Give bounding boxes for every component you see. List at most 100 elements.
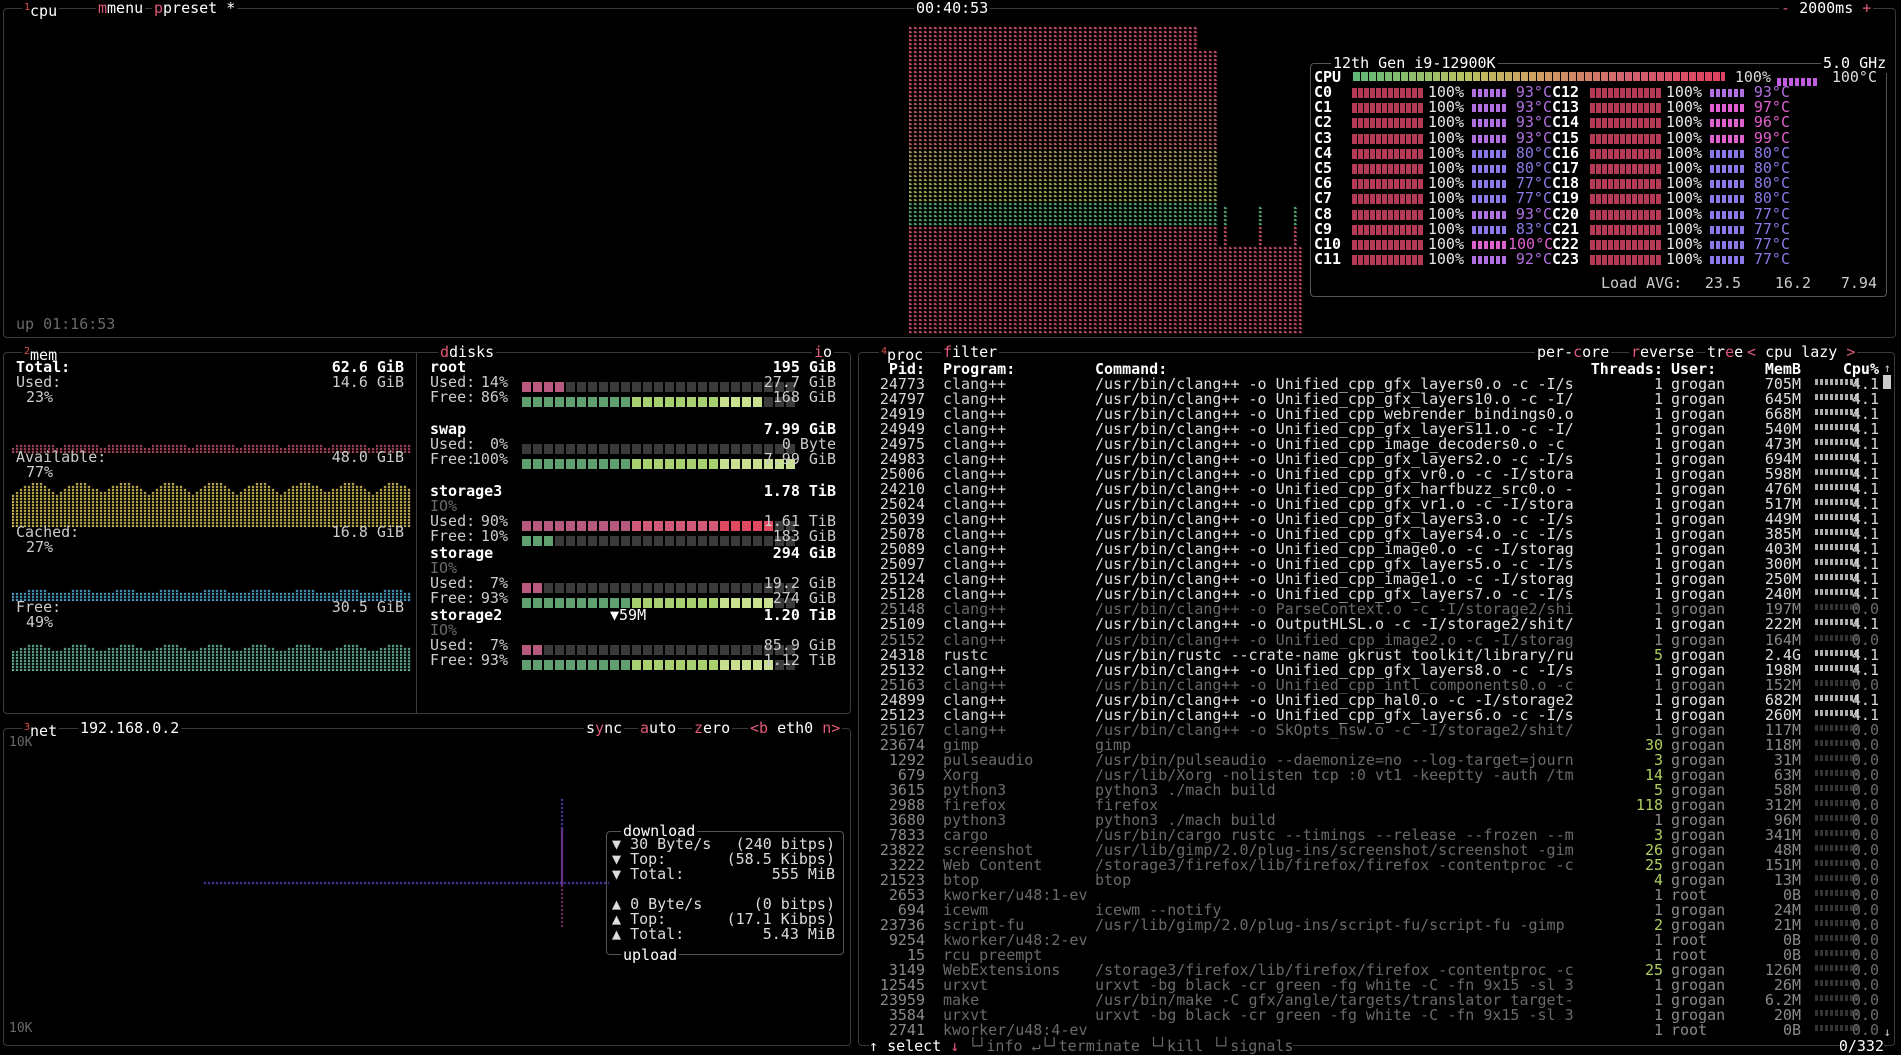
core-temp-graph (1710, 89, 1746, 97)
net-panel: 3net 192.168.0.2 sync auto zero <b eth0 … (3, 718, 851, 1046)
disk-free-pct: 93% (480, 651, 508, 669)
process-row[interactable]: 15 rcu_preempt 1 root 0B 0.0 (859, 946, 1881, 964)
download-total-label: ▼ Total: (612, 865, 685, 883)
disk-free: 7.99 GiB (763, 450, 836, 468)
net-sync-toggle[interactable]: sync (584, 718, 625, 738)
process-row[interactable]: 24773 clang++ /usr/bin/clang++ -o Unifie… (859, 375, 1881, 393)
process-row[interactable]: 3222 Web Content /storage3/firefox/lib/f… (859, 856, 1881, 874)
process-row[interactable]: 679 Xorg /usr/lib/Xorg -nolisten tcp :0 … (859, 766, 1881, 784)
process-row[interactable]: 3149 WebExtensions /storage3/firefox/lib… (859, 961, 1881, 979)
process-row[interactable]: 23674 gimp gimp 30 grogan 118M 0.0 (859, 736, 1881, 754)
load-15: 7.94 (1840, 274, 1877, 292)
proc-scrollbar[interactable] (1883, 375, 1891, 389)
process-row[interactable]: 12545 urxvt urxvt -bg black -cr green -f… (859, 976, 1881, 994)
process-row[interactable]: 25152 clang++ /usr/bin/clang++ -o Unifie… (859, 631, 1881, 649)
process-row[interactable]: 24983 clang++ /usr/bin/clang++ -o Unifie… (859, 450, 1881, 468)
interval-control[interactable]: - 2000ms + (1779, 0, 1874, 18)
core-usage-graph (1590, 209, 1662, 220)
process-row[interactable]: 24899 clang++ /usr/bin/clang++ -o Unifie… (859, 691, 1881, 709)
process-row[interactable]: 25123 clang++ /usr/bin/clang++ -o Unifie… (859, 706, 1881, 724)
process-row[interactable]: 25097 clang++ /usr/bin/clang++ -o Unifie… (859, 555, 1881, 573)
cpu-core-row: C23 100% 77°C (1552, 252, 1792, 267)
signals-button[interactable]: └┘signals (1212, 1037, 1293, 1055)
scroll-down-icon[interactable]: ↓ (1884, 1025, 1891, 1039)
process-row[interactable]: 23822 screenshot /usr/lib/gimp/2.0/plug-… (859, 841, 1881, 859)
process-row[interactable]: 9254 kworker/u48:2-ev 1 root 0B 0.0 (859, 931, 1881, 949)
core-temp-graph (1710, 104, 1746, 113)
process-row[interactable]: 7833 cargo /usr/bin/cargo rustc --timing… (859, 826, 1881, 844)
core-pct: 100% (1427, 250, 1464, 269)
process-row[interactable]: 24318 rustc /usr/bin/rustc --crate-name … (859, 646, 1881, 664)
core-usage-graph (1352, 133, 1424, 144)
info-button[interactable]: └┘info (968, 1037, 1022, 1055)
proc-header: Pid: Program: Command: Threads: User: Me… (859, 360, 1894, 378)
process-row[interactable]: 24975 clang++ /usr/bin/clang++ -o Unifie… (859, 435, 1881, 453)
core-usage-graph (1352, 164, 1424, 174)
proc-threads: 1 (1653, 1021, 1663, 1040)
load-avg: Load AVG: (1601, 274, 1683, 292)
core-usage-graph (1590, 179, 1662, 190)
process-row[interactable]: 24949 clang++ /usr/bin/clang++ -o Unifie… (859, 420, 1881, 438)
core-usage-graph (1352, 240, 1424, 250)
terminate-button[interactable]: ↵└┘terminate (1032, 1037, 1140, 1055)
menu-button[interactable]: mmenu (96, 0, 146, 18)
process-row[interactable]: 25132 clang++ /usr/bin/clang++ -o Unifie… (859, 661, 1881, 679)
per-core-toggle[interactable]: per-core (1535, 342, 1612, 362)
scroll-up-icon[interactable]: ↑ (1884, 361, 1891, 375)
process-row[interactable]: 23959 make /usr/bin/make -C gfx/angle/ta… (859, 991, 1881, 1009)
sort-selector[interactable]: < cpu lazy > (1745, 342, 1858, 362)
process-row[interactable]: 3584 urxvt urxvt -bg black -cr green -fg… (859, 1006, 1881, 1024)
kill-button[interactable]: └┘kill (1149, 1037, 1203, 1055)
upload-label: upload (621, 946, 680, 964)
process-row[interactable]: 25167 clang++ /usr/bin/clang++ -o SkOpts… (859, 721, 1881, 739)
process-row[interactable]: 24919 clang++ /usr/bin/clang++ -o Unifie… (859, 405, 1881, 423)
process-row[interactable]: 25148 clang++ /usr/bin/clang++ -o ParseC… (859, 600, 1881, 618)
process-row[interactable]: 25128 clang++ /usr/bin/clang++ -o Unifie… (859, 585, 1881, 603)
core-usage-graph (1590, 255, 1662, 266)
core-temp-graph (1710, 119, 1746, 128)
core-usage-graph (1352, 103, 1424, 114)
process-row[interactable]: 21523 btop btop 4 grogan 13M 0.0 (859, 871, 1881, 889)
process-row[interactable]: 2988 firefox firefox 118 grogan 312M 0.0 (859, 796, 1881, 814)
core-temp-graph (1472, 241, 1508, 249)
disk-io-rate: ▼59M (610, 606, 647, 624)
process-row[interactable]: 694 icewm icewm --notify 1 grogan 24M 0.… (859, 901, 1881, 919)
core-name: C23 (1552, 250, 1580, 269)
mem-used-pct: 23% (26, 388, 54, 406)
process-row[interactable]: 3615 python3 python3 ./mach build 5 grog… (859, 781, 1881, 799)
reverse-toggle[interactable]: reverse (1629, 342, 1697, 362)
mem-available: 48.0 GiB (331, 448, 404, 466)
process-row[interactable]: 3680 python3 python3 ./mach build 1 grog… (859, 811, 1881, 829)
tree-toggle[interactable]: tree (1705, 342, 1746, 362)
cpu-total-temp: 100°C (1831, 68, 1877, 86)
load-1: 23.5 (1704, 274, 1741, 292)
process-row[interactable]: 25163 clang++ /usr/bin/clang++ -o Unifie… (859, 676, 1881, 694)
process-row[interactable]: 24797 clang++ /usr/bin/clang++ -o Unifie… (859, 390, 1881, 408)
process-row[interactable]: 25006 clang++ /usr/bin/clang++ -o Unifie… (859, 465, 1881, 483)
disk-free: 168 GiB (772, 388, 836, 406)
process-row[interactable]: 25024 clang++ /usr/bin/clang++ -o Unifie… (859, 495, 1881, 513)
process-row[interactable]: 2653 kworker/u48:1-ev 1 root 0B 0.0 (859, 886, 1881, 904)
process-row[interactable]: 25109 clang++ /usr/bin/clang++ -o Output… (859, 615, 1881, 633)
process-row[interactable]: 24210 clang++ /usr/bin/clang++ -o Unifie… (859, 480, 1881, 498)
process-row[interactable]: 2741 kworker/u48:4-ev 1 root 0B 0.0 (859, 1021, 1881, 1040)
cpu-title[interactable]: 1cpu (22, 0, 60, 21)
mem-free-graph (12, 635, 412, 671)
net-zero-toggle[interactable]: zero (692, 718, 733, 738)
core-temp-graph (1472, 149, 1508, 158)
select-button[interactable]: ↑ select ↓ (869, 1037, 959, 1055)
preset-button[interactable]: ppreset * (152, 0, 238, 18)
net-auto-toggle[interactable]: auto (638, 718, 679, 738)
process-row[interactable]: 25089 clang++ /usr/bin/clang++ -o Unifie… (859, 540, 1881, 558)
core-temp-graph (1472, 180, 1508, 189)
uptime: up 01:16:53 (16, 315, 116, 333)
net-iface-selector[interactable]: <b eth0 n> (748, 718, 843, 738)
core-usage-graph (1352, 148, 1424, 159)
proc-filter[interactable]: filter (941, 342, 1000, 362)
process-row[interactable]: 1292 pulseaudio /usr/bin/pulseaudio --da… (859, 751, 1881, 769)
process-row[interactable]: 25078 clang++ /usr/bin/clang++ -o Unifie… (859, 525, 1881, 543)
process-row[interactable]: 25039 clang++ /usr/bin/clang++ -o Unifie… (859, 510, 1881, 528)
process-row[interactable]: 25124 clang++ /usr/bin/clang++ -o Unifie… (859, 570, 1881, 588)
core-usage-graph (1590, 148, 1662, 159)
process-row[interactable]: 23736 script-fu /usr/lib/gimp/2.0/plug-i… (859, 916, 1881, 934)
